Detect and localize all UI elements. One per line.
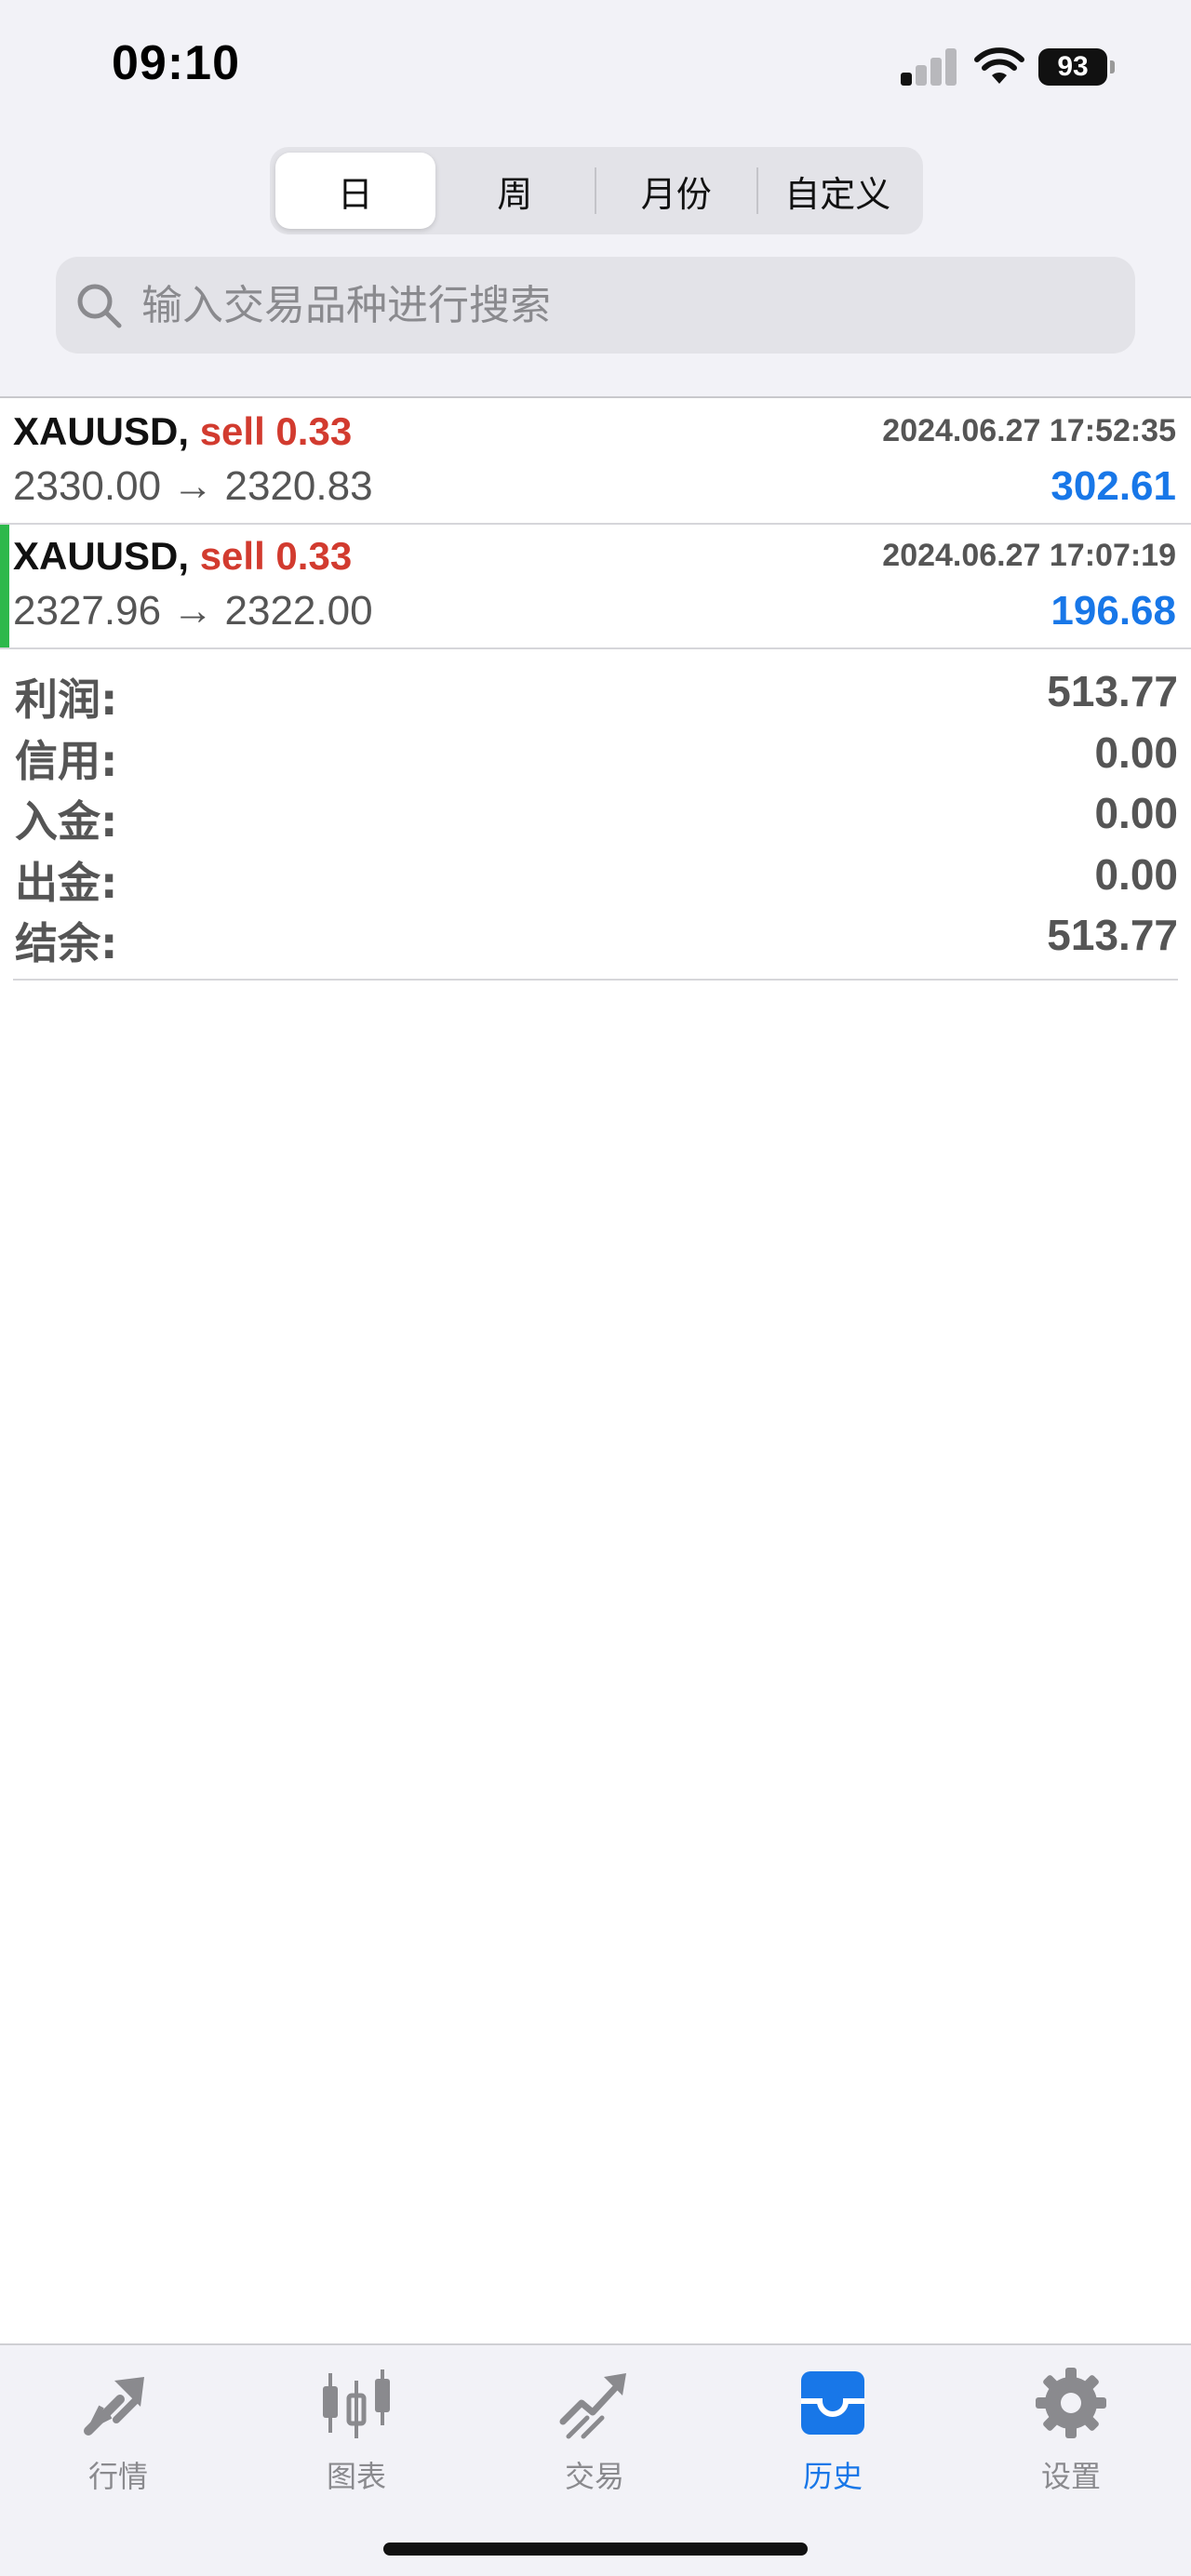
tab-history[interactable]: 历史: [763, 2364, 903, 2513]
summary-value: 0.00: [1094, 727, 1178, 777]
tab-label: 图表: [326, 2459, 386, 2494]
battery-icon: 93: [1038, 48, 1115, 86]
quotes-icon: [84, 2377, 144, 2436]
trade-symbol: XAUUSD, sell 0.33: [13, 409, 353, 453]
tab-label: 行情: [87, 2459, 148, 2494]
trade-symbol: XAUUSD, sell 0.33: [13, 534, 353, 578]
summary-label: 入金:: [15, 796, 118, 847]
summary-value: 0.00: [1094, 789, 1178, 837]
period-tab-week[interactable]: 周: [435, 153, 596, 229]
trade-time: 2024.06.27 17:07:19: [882, 538, 1176, 573]
trade-row[interactable]: XAUUSD, sell 0.33 2024.06.27 17:52:35 23…: [0, 400, 1191, 525]
account-summary: 利润: 513.77 信用: 0.00 入金: 0.00 出金: 0.00 结余…: [13, 659, 1178, 981]
trade-time: 2024.06.27 17:52:35: [882, 413, 1176, 448]
summary-label: 信用:: [15, 735, 118, 786]
summary-value: 0.00: [1094, 849, 1178, 899]
summary-row-balance: 结余: 513.77: [13, 902, 1178, 968]
status-time: 09:10: [112, 36, 240, 90]
bottom-tab-bar: 行情 图表 交易 历史 设置: [0, 2343, 1191, 2576]
trade-icon: [559, 2373, 626, 2439]
history-inbox-icon: [801, 2371, 864, 2435]
search-bar[interactable]: [56, 257, 1135, 354]
wifi-icon: [974, 47, 1024, 84]
summary-row-withdrawal: 出金: 0.00: [13, 842, 1178, 908]
search-input[interactable]: [141, 257, 1109, 354]
period-tab-custom[interactable]: 自定义: [758, 153, 918, 229]
trade-row[interactable]: XAUUSD, sell 0.33 2024.06.27 17:07:19 23…: [0, 525, 1191, 649]
tab-quotes[interactable]: 行情: [48, 2364, 188, 2513]
trade-prices: 2327.96 → 2322.00: [13, 588, 373, 634]
chart-candles-icon: [323, 2369, 390, 2438]
summary-row-credit: 信用: 0.00: [13, 720, 1178, 786]
selected-marker: [0, 525, 9, 647]
summary-label: 利润:: [15, 674, 118, 725]
tab-label: 历史: [802, 2459, 863, 2494]
trade-prices: 2330.00 → 2320.83: [13, 463, 373, 509]
trade-list: XAUUSD, sell 0.33 2024.06.27 17:52:35 23…: [0, 400, 1191, 649]
trade-side: sell 0.33: [199, 534, 353, 578]
summary-row-profit: 利润: 513.77: [13, 659, 1178, 725]
trade-side: sell 0.33: [199, 409, 353, 453]
summary-row-deposit: 入金: 0.00: [13, 781, 1178, 847]
period-segmented-control: 日 周 月份 自定义: [270, 147, 923, 234]
gear-icon: [1036, 2368, 1106, 2438]
tab-label: 设置: [1040, 2459, 1101, 2494]
trade-profit: 196.68: [1050, 588, 1176, 634]
tab-settings[interactable]: 设置: [1001, 2364, 1141, 2513]
home-indicator: [383, 2543, 808, 2556]
summary-label: 出金:: [15, 857, 118, 908]
battery-level: 93: [1038, 48, 1107, 86]
summary-label: 结余:: [15, 918, 118, 968]
status-bar: 09:10 93: [0, 0, 1191, 140]
header-area: 09:10 93 日 周 月份 自定义: [0, 0, 1191, 398]
summary-value: 513.77: [1047, 667, 1178, 715]
period-tab-month[interactable]: 月份: [596, 153, 756, 229]
trade-profit: 302.61: [1050, 463, 1176, 509]
summary-value: 513.77: [1047, 911, 1178, 959]
period-tab-day[interactable]: 日: [275, 153, 435, 229]
tab-label: 交易: [564, 2459, 624, 2494]
tab-trade[interactable]: 交易: [525, 2364, 664, 2513]
cellular-signal-icon: [901, 48, 958, 86]
search-icon: [77, 284, 122, 328]
tab-chart[interactable]: 图表: [287, 2364, 426, 2513]
